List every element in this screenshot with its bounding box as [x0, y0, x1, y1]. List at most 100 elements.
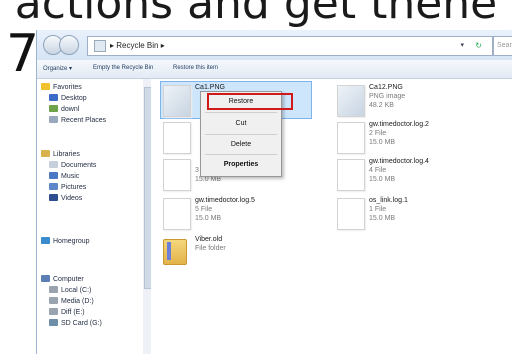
nav-homegroup[interactable]: Homegroup [41, 237, 90, 247]
nav-media-label: Media (D:) [61, 298, 94, 305]
nav-recent-places[interactable]: Recent Places [49, 116, 106, 126]
forward-button[interactable] [59, 35, 79, 55]
file-item-log4[interactable]: gw.timedoctor.log.4 4 File 15.0 MB [337, 157, 507, 193]
properties-menu-item[interactable]: Properties [201, 158, 281, 172]
file-type: PNG image [369, 93, 406, 100]
drive-icon [49, 286, 58, 293]
nav-documents[interactable]: Documents [49, 161, 96, 171]
menu-separator [205, 112, 277, 113]
recent-places-icon [49, 116, 58, 123]
desktop-icon [49, 94, 58, 101]
nav-pictures[interactable]: Pictures [49, 183, 86, 193]
address-bar-area: ▸ Recycle Bin ▸ ▾ ↻ Search [37, 30, 512, 61]
explorer-window: ▸ Recycle Bin ▸ ▾ ↻ Search Organize ▾ Em… [36, 30, 512, 354]
recycle-bin-icon [94, 39, 106, 52]
drive-icon [49, 308, 58, 315]
nav-computer[interactable]: Computer [41, 275, 84, 285]
file-type: File folder [195, 245, 226, 252]
restore-all-button[interactable]: Restore this item [173, 65, 218, 71]
toolbar: Organize ▾ Empty the Recycle Bin Restore… [37, 60, 512, 79]
cut-menu-item[interactable]: Cut [201, 117, 281, 131]
image-file-icon [163, 85, 191, 117]
menu-separator [205, 134, 277, 135]
step-number: 7 [6, 24, 40, 84]
file-name: gw.timedoctor.log.4 [369, 158, 429, 165]
nav-pictures-label: Pictures [61, 184, 87, 191]
tutorial-caption: actions and get thene [14, 0, 498, 29]
nav-documents-label: Documents [61, 162, 97, 169]
document-icon [163, 122, 191, 154]
file-size: 15.0 MB [369, 176, 396, 183]
delete-menu-item[interactable]: Delete [201, 138, 281, 152]
nav-diff-label: Diff (E:) [61, 309, 85, 316]
organize-button[interactable]: Organize ▾ [43, 65, 72, 72]
file-name: gw.timedoctor.log.5 [195, 197, 255, 204]
file-name: os_link.log.1 [369, 197, 408, 204]
file-item-log5[interactable]: gw.timedoctor.log.5 5 File 15.0 MB [163, 196, 333, 232]
nav-desktop-label: Desktop [61, 95, 87, 102]
chevron-down-icon[interactable]: ▾ [460, 37, 464, 55]
sd-card-icon [49, 319, 58, 326]
file-name: gw.timedoctor.log.2 [369, 121, 429, 128]
star-icon [41, 83, 50, 90]
file-item-viber-old[interactable]: Viber.old File folder [163, 235, 333, 271]
downloads-icon [49, 105, 58, 112]
documents-icon [49, 161, 58, 168]
nav-videos[interactable]: Videos [49, 194, 82, 204]
nav-local-c[interactable]: Local (C:) [49, 286, 91, 296]
file-item-ca12[interactable]: Ca12.PNG PNG image 48.2 KB [337, 83, 507, 119]
computer-icon [41, 275, 50, 282]
file-type: 2 File [369, 130, 387, 137]
document-icon [163, 159, 191, 191]
videos-icon [49, 194, 58, 201]
file-name: Viber.old [195, 236, 223, 243]
address-field[interactable]: ▸ Recycle Bin ▸ ▾ ↻ [87, 36, 493, 56]
nav-media-d[interactable]: Media (D:) [49, 297, 94, 307]
nav-downloads-label: downl [61, 106, 80, 113]
nav-homegroup-label: Homegroup [53, 238, 90, 245]
file-type: 5 File [195, 206, 213, 213]
menu-separator [205, 154, 277, 155]
image-file-icon [337, 85, 365, 117]
homegroup-icon [41, 237, 50, 244]
nav-libraries-label: Libraries [53, 151, 80, 158]
document-icon [163, 198, 191, 230]
file-type: 1 File [369, 206, 387, 213]
file-name: Ca12.PNG [369, 84, 403, 91]
document-icon [337, 122, 365, 154]
file-size: 15.0 MB [369, 215, 396, 222]
navigation-pane: Favorites Desktop downl Recent Places Li… [37, 79, 144, 354]
empty-recycle-bin-button[interactable]: Empty the Recycle Bin [93, 65, 153, 71]
nav-downloads[interactable]: downl [49, 105, 79, 115]
nav-local-label: Local (C:) [61, 287, 92, 294]
breadcrumb: ▸ Recycle Bin ▸ [110, 41, 165, 50]
music-icon [49, 172, 58, 179]
drive-icon [49, 297, 58, 304]
nav-libraries[interactable]: Libraries [41, 150, 80, 160]
nav-computer-label: Computer [53, 276, 84, 283]
nav-music-label: Music [61, 173, 80, 180]
file-type: 4 File [369, 167, 387, 174]
pictures-icon [49, 183, 58, 190]
nav-desktop[interactable]: Desktop [49, 94, 87, 104]
nav-videos-label: Videos [61, 195, 83, 202]
refresh-icon[interactable]: ↻ [475, 37, 482, 55]
nav-recent-label: Recent Places [61, 117, 107, 124]
document-icon [337, 159, 365, 191]
search-input[interactable]: Search [493, 36, 512, 56]
nav-diff-e[interactable]: Diff (E:) [49, 308, 85, 318]
file-size: 48.2 KB [369, 102, 394, 109]
folder-icon [163, 239, 187, 265]
file-item-os-link[interactable]: os_link.log.1 1 File 15.0 MB [337, 196, 507, 232]
file-size: 15.0 MB [195, 215, 222, 222]
file-item-log2[interactable]: gw.timedoctor.log.2 2 File 15.0 MB [337, 120, 507, 156]
file-size: 15.0 MB [369, 139, 396, 146]
libraries-icon [41, 150, 50, 157]
nav-sd-card-g[interactable]: SD Card (G:) [49, 319, 102, 329]
nav-sdcard-label: SD Card (G:) [61, 320, 102, 327]
document-icon [337, 198, 365, 230]
restore-highlight-box [207, 93, 293, 110]
nav-favorites[interactable]: Favorites [41, 83, 82, 93]
nav-music[interactable]: Music [49, 172, 79, 182]
nav-favorites-label: Favorites [53, 84, 82, 91]
